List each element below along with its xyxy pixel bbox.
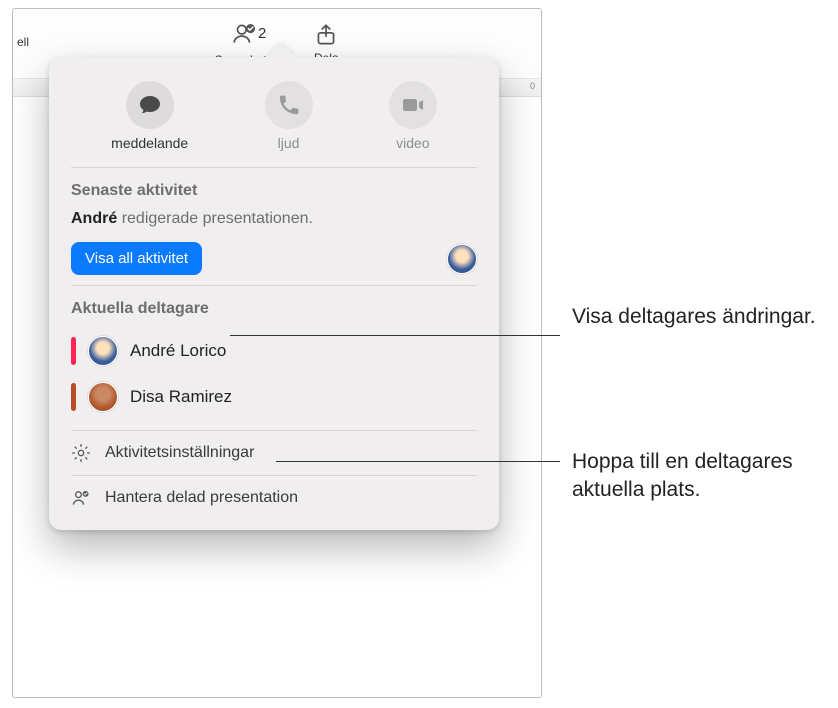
participant-avatar — [88, 336, 118, 366]
show-all-activity-button[interactable]: Visa all aktivitet — [71, 242, 202, 275]
manage-shared-label: Hantera delad presentation — [105, 489, 298, 507]
video-button[interactable]: video — [389, 81, 437, 151]
communication-row: meddelande ljud video — [49, 75, 499, 167]
activity-avatar — [447, 244, 477, 274]
callout-line — [276, 461, 560, 462]
share-icon — [313, 22, 339, 48]
message-icon — [138, 93, 162, 117]
recent-activity-title: Senaste aktivitet — [71, 182, 477, 200]
participant-avatar — [88, 382, 118, 412]
activity-action: redigerade presentationen. — [122, 210, 313, 227]
participant-name: Disa Ramirez — [130, 387, 232, 407]
message-label: meddelande — [111, 135, 188, 151]
callout-line — [230, 335, 560, 336]
recent-activity-section: Senaste aktivitet André redigerade prese… — [49, 168, 499, 285]
video-label: video — [396, 135, 429, 151]
audio-button[interactable]: ljud — [265, 81, 313, 151]
cursor-indicator — [71, 337, 76, 365]
toolbar-left-stub: ell — [13, 35, 29, 49]
collaboration-popover: meddelande ljud video Senaste aktivitet … — [49, 57, 499, 530]
participant-name: André Lorico — [130, 341, 226, 361]
collaborate-count: 2 — [258, 25, 266, 42]
callout-jump-to-participant: Hoppa till en deltagares aktuella plats. — [572, 448, 838, 505]
recent-activity-entry: André redigerade presentationen. — [71, 210, 477, 228]
phone-icon — [277, 93, 301, 117]
video-icon — [401, 93, 425, 117]
audio-label: ljud — [278, 135, 300, 151]
message-button[interactable]: meddelande — [111, 81, 188, 151]
collaborate-icon — [231, 21, 257, 47]
gear-sparkle-icon — [71, 443, 91, 463]
manage-shared-icon — [71, 488, 91, 508]
activity-settings-button[interactable]: Aktivitetsinställningar — [49, 431, 499, 475]
app-window: ell 2 Samarbete Dela 0 — [12, 8, 542, 698]
activity-actor: André — [71, 210, 117, 227]
activity-settings-label: Aktivitetsinställningar — [105, 444, 254, 462]
ruler-mark: 0 — [530, 81, 535, 91]
manage-shared-button[interactable]: Hantera delad presentation — [49, 476, 499, 520]
cursor-indicator — [71, 383, 76, 411]
current-participants-title: Aktuella deltagare — [71, 300, 477, 318]
participant-row[interactable]: Disa Ramirez — [71, 374, 477, 420]
callout-show-changes: Visa deltagares ändringar. — [572, 303, 816, 331]
current-participants-section: Aktuella deltagare André Lorico Disa Ram… — [49, 286, 499, 430]
